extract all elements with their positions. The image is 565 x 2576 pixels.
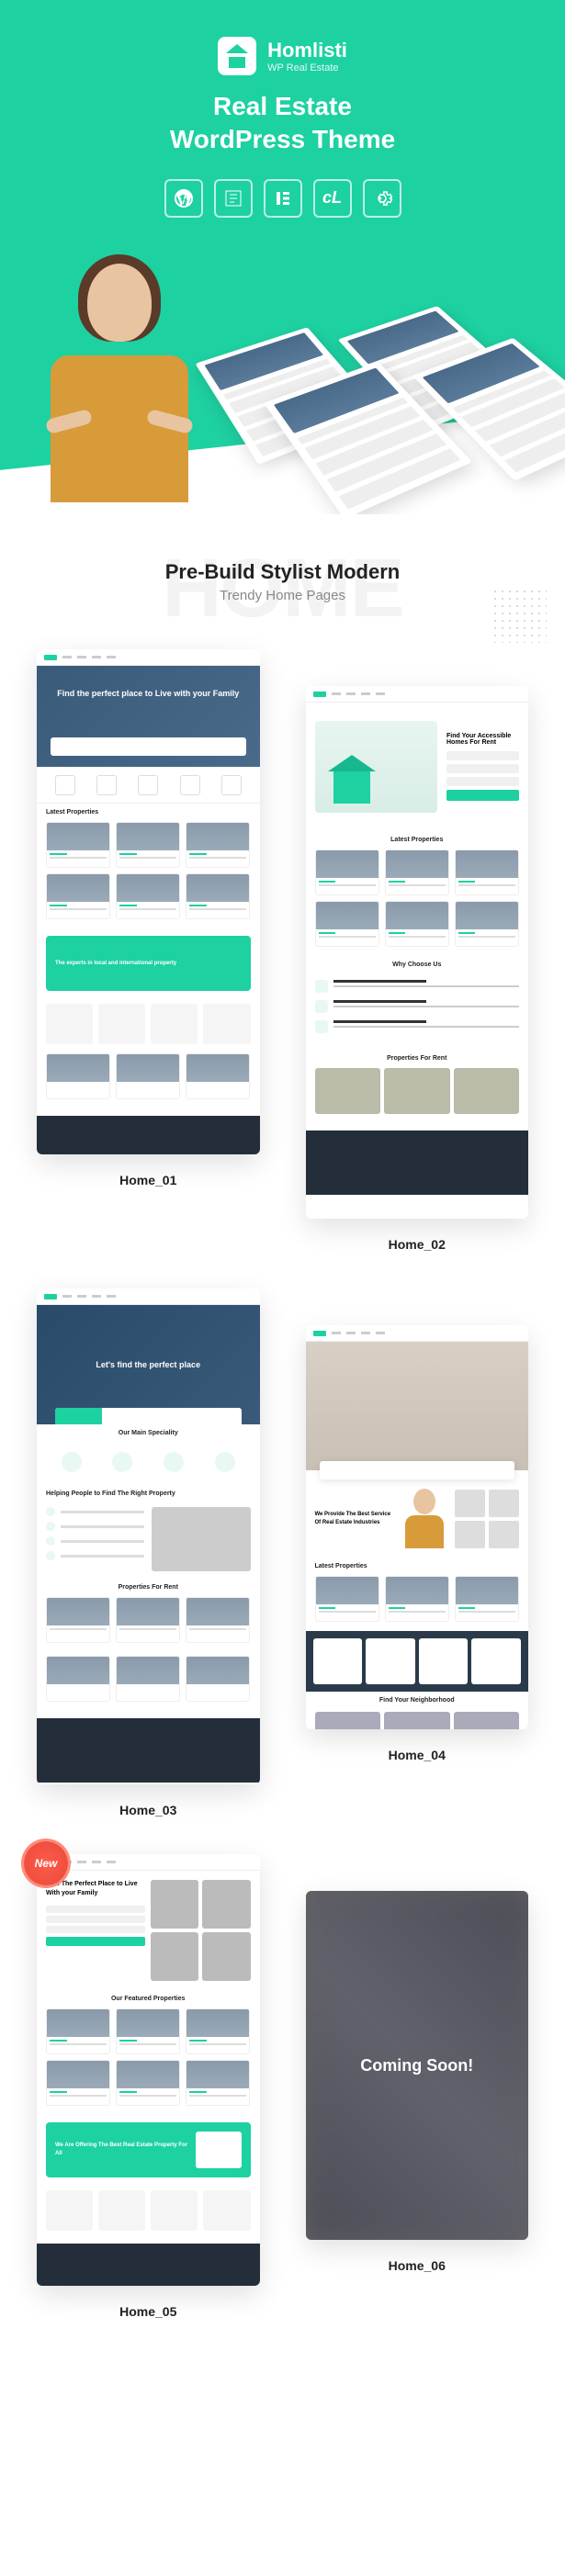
new-badge: New	[24, 1841, 68, 1885]
home-04-thumbnail: We Provide The Best Service Of Real Esta…	[306, 1325, 529, 1729]
hero-title: Real EstateWordPress Theme	[28, 90, 537, 157]
home-06-item[interactable]: Coming Soon! Home_06	[306, 1891, 529, 2319]
home-06-label: Home_06	[389, 2258, 446, 2273]
logo-subtitle: WP Real Estate	[267, 62, 347, 73]
home-05-thumbnail: Find The Perfect Place to Live With your…	[37, 1854, 260, 2286]
home-02-thumbnail: Find Your Accessible Homes For Rent Late…	[306, 686, 529, 1219]
logo-house-icon	[218, 37, 256, 75]
floating-mockups	[178, 283, 565, 514]
home-01-item[interactable]: Find the perfect place to Live with your…	[37, 649, 260, 1252]
home-02-label: Home_02	[389, 1237, 446, 1252]
hero-section: Homlisti WP Real Estate Real EstateWordP…	[0, 0, 565, 514]
gear-icon	[363, 179, 401, 218]
home-01-thumbnail: Find the perfect place to Live with your…	[37, 649, 260, 1154]
home-02-item[interactable]: Find Your Accessible Homes For Rent Late…	[306, 686, 529, 1252]
home-06-thumbnail: Coming Soon!	[306, 1891, 529, 2240]
classified-icon: cL	[313, 179, 352, 218]
home-05-label: Home_05	[119, 2304, 176, 2319]
home-04-label: Home_04	[389, 1748, 446, 1762]
home-04-item[interactable]: We Provide The Best Service Of Real Esta…	[306, 1325, 529, 1817]
logo: Homlisti WP Real Estate	[28, 37, 537, 75]
home-03-item[interactable]: Let's find the perfect place Our Main Sp…	[37, 1288, 260, 1817]
homepage-grid: Find the perfect place to Live with your…	[37, 649, 528, 2319]
home-01-label: Home_01	[119, 1173, 176, 1187]
coming-soon-overlay: Coming Soon!	[306, 1891, 529, 2240]
home-03-label: Home_03	[119, 1803, 176, 1817]
tech-badges: cL	[28, 179, 537, 218]
section-title: Pre-Build Stylist Modern	[37, 560, 528, 584]
homepages-section: HOME Pre-Build Stylist Modern Trendy Hom…	[0, 514, 565, 2356]
logo-title: Homlisti	[267, 39, 347, 62]
section-subtitle: Trendy Home Pages	[37, 588, 528, 603]
elementor-icon	[264, 179, 302, 218]
gutenberg-icon	[214, 179, 253, 218]
home-03-thumbnail: Let's find the perfect place Our Main Sp…	[37, 1288, 260, 1784]
home-05-item[interactable]: New Find The Perfect Place to Live With …	[37, 1854, 260, 2319]
wordpress-icon	[164, 179, 203, 218]
